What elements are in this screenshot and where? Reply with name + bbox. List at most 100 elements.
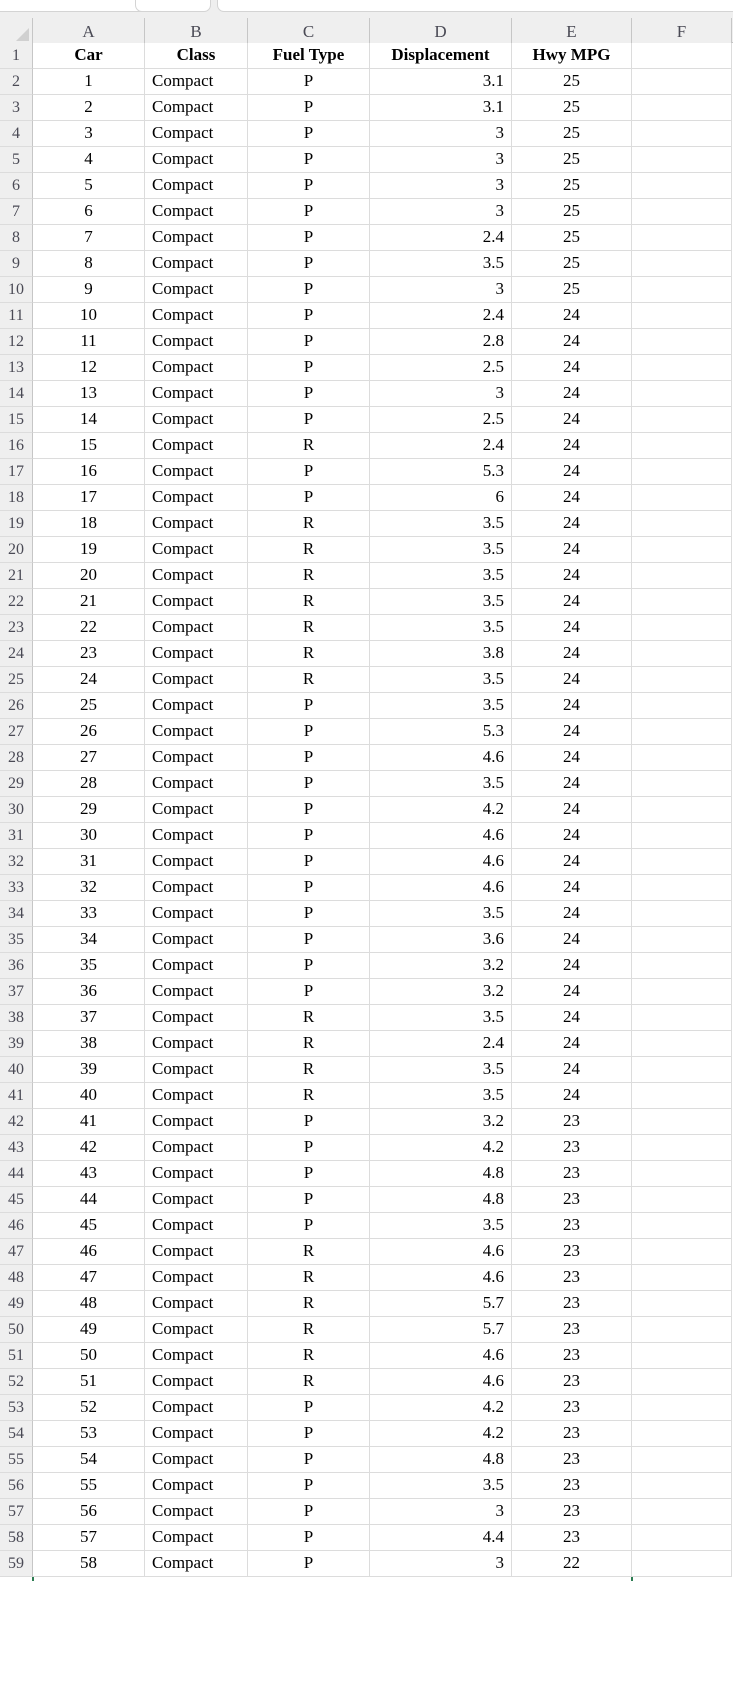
empty-cell[interactable]	[632, 121, 732, 147]
table-cell[interactable]: 24	[512, 355, 632, 381]
table-cell[interactable]: Compact	[145, 1265, 248, 1291]
row-header-20[interactable]: 20	[0, 537, 33, 563]
table-cell[interactable]: 3.5	[370, 1005, 512, 1031]
table-cell[interactable]: 3.5	[370, 667, 512, 693]
table-cell[interactable]: 3.1	[370, 95, 512, 121]
table-cell[interactable]: 23	[512, 1395, 632, 1421]
row-header-14[interactable]: 14	[0, 381, 33, 407]
table-cell[interactable]: 11	[33, 329, 145, 355]
table-cell[interactable]: 57	[33, 1525, 145, 1551]
row-header-43[interactable]: 43	[0, 1135, 33, 1161]
table-header-cell[interactable]: Fuel Type	[248, 43, 370, 69]
row-header-42[interactable]: 42	[0, 1109, 33, 1135]
table-cell[interactable]: 3.1	[370, 69, 512, 95]
table-cell[interactable]: 4.6	[370, 1369, 512, 1395]
empty-cell[interactable]	[632, 459, 732, 485]
table-cell[interactable]: Compact	[145, 745, 248, 771]
empty-cell[interactable]	[632, 797, 732, 823]
table-cell[interactable]: Compact	[145, 875, 248, 901]
table-cell[interactable]: 18	[33, 511, 145, 537]
row-header-26[interactable]: 26	[0, 693, 33, 719]
table-cell[interactable]: 48	[33, 1291, 145, 1317]
table-cell[interactable]: 3	[370, 1499, 512, 1525]
table-cell[interactable]: P	[248, 407, 370, 433]
row-header-55[interactable]: 55	[0, 1447, 33, 1473]
table-cell[interactable]: P	[248, 225, 370, 251]
table-cell[interactable]: R	[248, 589, 370, 615]
table-cell[interactable]: R	[248, 563, 370, 589]
table-cell[interactable]: Compact	[145, 823, 248, 849]
table-cell[interactable]: 16	[33, 459, 145, 485]
empty-cell[interactable]	[632, 927, 732, 953]
table-cell[interactable]: 23	[512, 1473, 632, 1499]
table-cell[interactable]: 36	[33, 979, 145, 1005]
table-cell[interactable]: 24	[512, 1057, 632, 1083]
row-header-19[interactable]: 19	[0, 511, 33, 537]
column-header-c[interactable]: C	[248, 18, 370, 43]
table-cell[interactable]: 3	[370, 173, 512, 199]
row-header-32[interactable]: 32	[0, 849, 33, 875]
table-cell[interactable]: P	[248, 927, 370, 953]
table-cell[interactable]: 8	[33, 251, 145, 277]
empty-cell[interactable]	[632, 615, 732, 641]
table-cell[interactable]: P	[248, 849, 370, 875]
table-cell[interactable]: 2	[33, 95, 145, 121]
table-cell[interactable]: 52	[33, 1395, 145, 1421]
table-cell[interactable]: Compact	[145, 1421, 248, 1447]
table-cell[interactable]: 25	[33, 693, 145, 719]
table-cell[interactable]: Compact	[145, 1161, 248, 1187]
empty-cell[interactable]	[632, 1213, 732, 1239]
table-cell[interactable]: Compact	[145, 537, 248, 563]
table-cell[interactable]: P	[248, 459, 370, 485]
empty-cell[interactable]	[632, 1135, 732, 1161]
empty-cell[interactable]	[632, 745, 732, 771]
table-cell[interactable]: 23	[512, 1265, 632, 1291]
column-header-f[interactable]: F	[632, 18, 732, 43]
table-cell[interactable]: P	[248, 1109, 370, 1135]
row-header-52[interactable]: 52	[0, 1369, 33, 1395]
table-cell[interactable]: Compact	[145, 901, 248, 927]
table-cell[interactable]: R	[248, 615, 370, 641]
table-cell[interactable]: 3.2	[370, 953, 512, 979]
table-cell[interactable]: 24	[512, 615, 632, 641]
table-cell[interactable]: 34	[33, 927, 145, 953]
empty-cell[interactable]	[632, 589, 732, 615]
row-header-46[interactable]: 46	[0, 1213, 33, 1239]
table-cell[interactable]: P	[248, 1187, 370, 1213]
table-cell[interactable]: R	[248, 1265, 370, 1291]
table-cell[interactable]: 3.5	[370, 589, 512, 615]
row-header-59[interactable]: 59	[0, 1551, 33, 1577]
empty-cell[interactable]	[632, 1447, 732, 1473]
table-cell[interactable]: Compact	[145, 1447, 248, 1473]
empty-cell[interactable]	[632, 1291, 732, 1317]
table-cell[interactable]: 23	[512, 1291, 632, 1317]
row-header-22[interactable]: 22	[0, 589, 33, 615]
table-cell[interactable]: 2.4	[370, 303, 512, 329]
table-cell[interactable]: 49	[33, 1317, 145, 1343]
table-cell[interactable]: 31	[33, 849, 145, 875]
table-cell[interactable]: 7	[33, 225, 145, 251]
table-cell[interactable]: 4.2	[370, 1395, 512, 1421]
table-cell[interactable]: P	[248, 69, 370, 95]
table-cell[interactable]: Compact	[145, 927, 248, 953]
row-header-23[interactable]: 23	[0, 615, 33, 641]
empty-cell[interactable]	[632, 485, 732, 511]
table-cell[interactable]: P	[248, 1525, 370, 1551]
table-cell[interactable]: P	[248, 719, 370, 745]
row-header-53[interactable]: 53	[0, 1395, 33, 1421]
table-cell[interactable]: 40	[33, 1083, 145, 1109]
table-cell[interactable]: 4.6	[370, 1239, 512, 1265]
table-cell[interactable]: P	[248, 875, 370, 901]
table-cell[interactable]: R	[248, 641, 370, 667]
table-cell[interactable]: 25	[512, 121, 632, 147]
table-cell[interactable]: 1	[33, 69, 145, 95]
row-header-39[interactable]: 39	[0, 1031, 33, 1057]
table-cell[interactable]: 41	[33, 1109, 145, 1135]
table-cell[interactable]: P	[248, 1499, 370, 1525]
table-cell[interactable]: 3.5	[370, 563, 512, 589]
table-cell[interactable]: 4.6	[370, 1343, 512, 1369]
table-cell[interactable]: 6	[33, 199, 145, 225]
row-header-51[interactable]: 51	[0, 1343, 33, 1369]
row-header-45[interactable]: 45	[0, 1187, 33, 1213]
table-cell[interactable]: R	[248, 1317, 370, 1343]
